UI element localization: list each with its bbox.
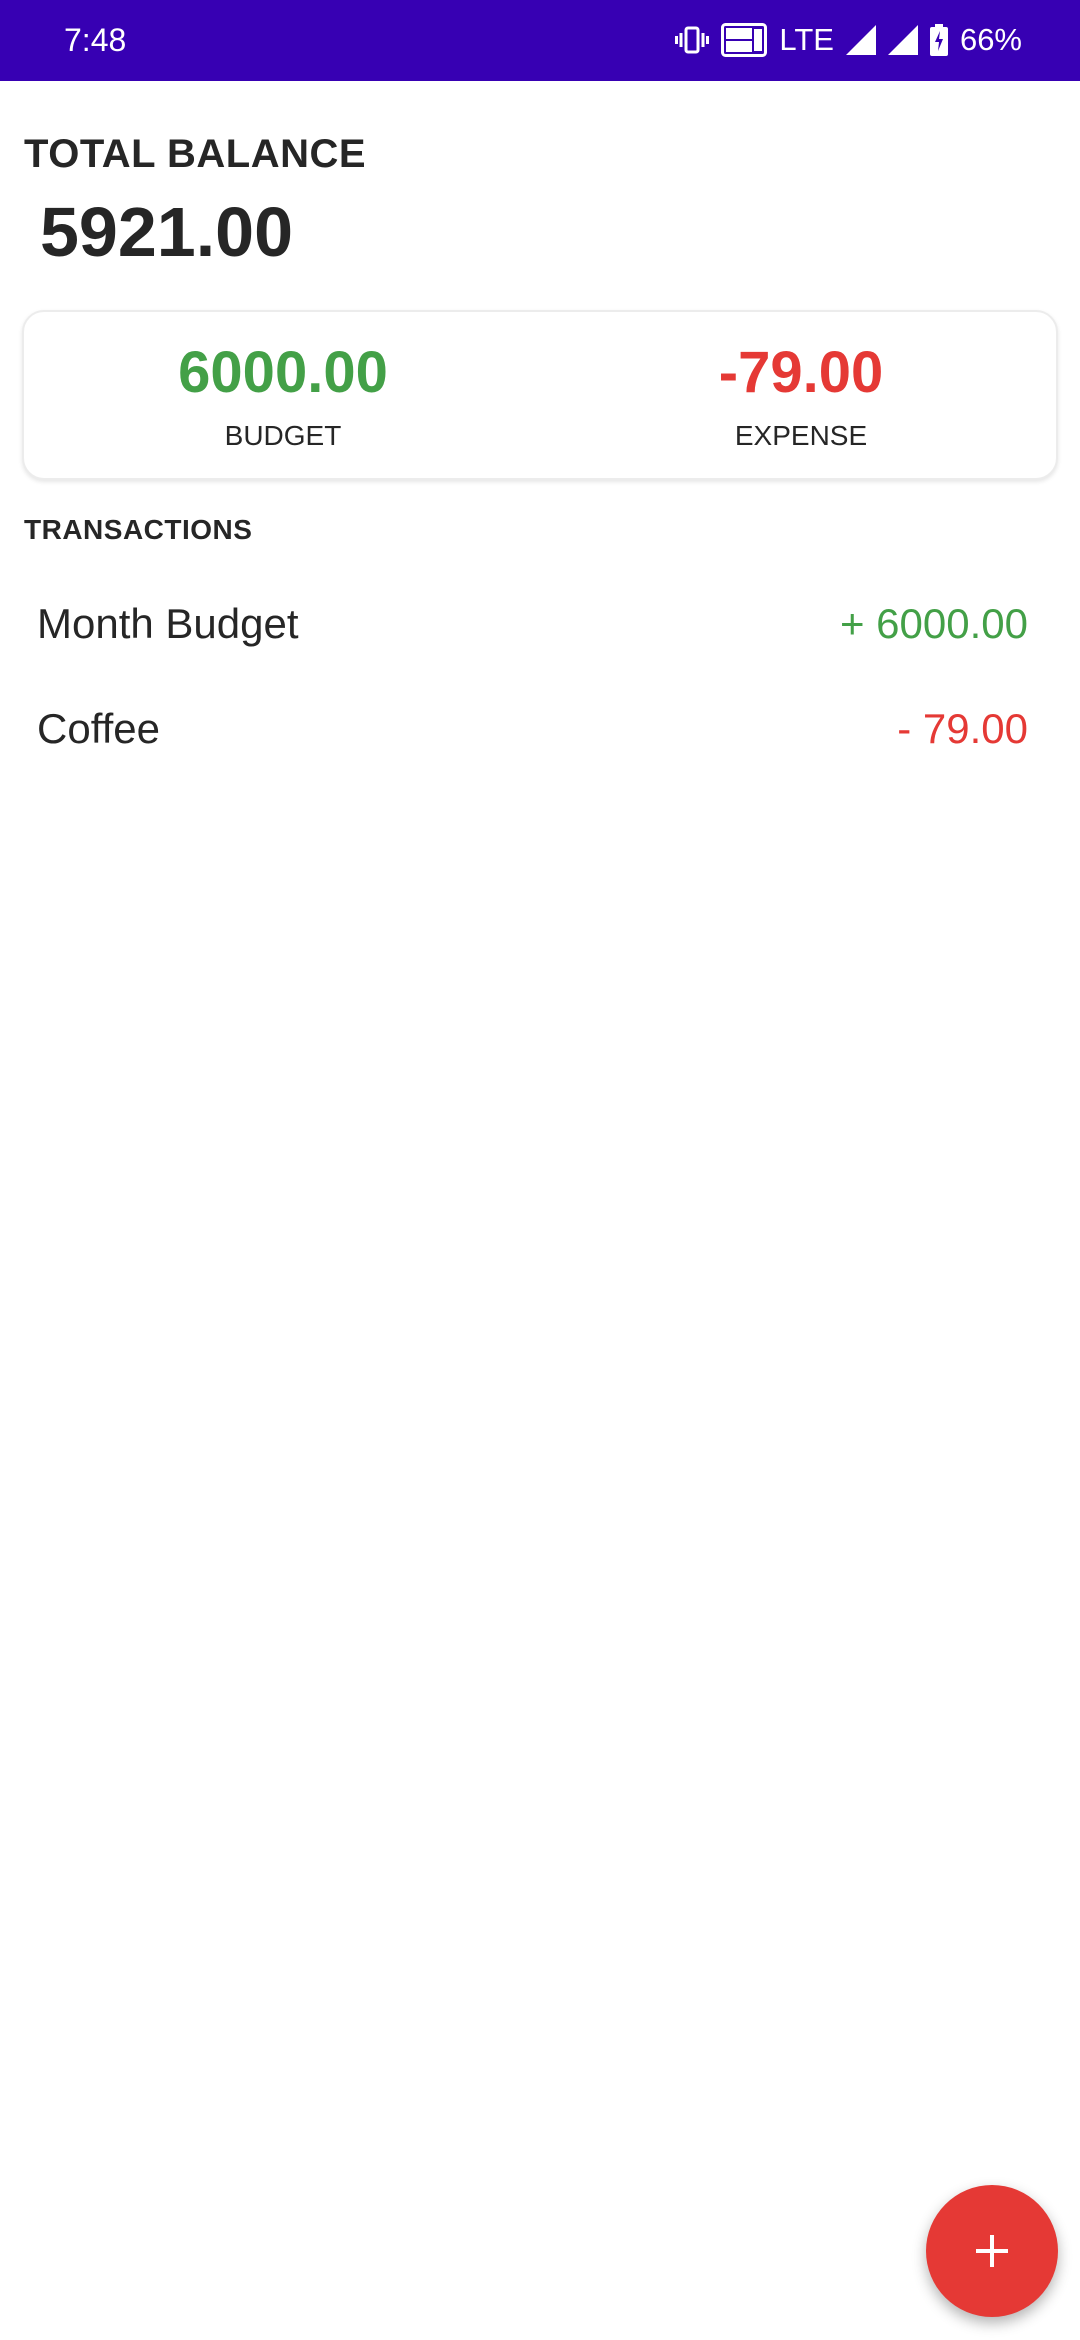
- transaction-name: Month Budget: [37, 600, 299, 647]
- status-bar: 7:48 LTE 66%: [0, 0, 1080, 81]
- battery-charging-icon: [929, 24, 948, 56]
- volte-icon: [721, 23, 768, 57]
- budget-amount: 6000.00: [178, 340, 388, 405]
- expense-summary: -79.00 EXPENSE: [542, 312, 1060, 478]
- transaction-list: Month Budget + 6000.00 Coffee - 79.00: [0, 572, 1080, 782]
- network-type: LTE: [779, 22, 834, 57]
- status-icons: LTE 66%: [675, 18, 1022, 62]
- battery-level: 66%: [959, 22, 1022, 57]
- add-transaction-button[interactable]: [926, 2185, 1058, 2317]
- transactions-heading: TRANSACTIONS: [24, 514, 253, 545]
- total-balance-value: 5921.00: [40, 193, 294, 271]
- transaction-row[interactable]: Month Budget + 6000.00: [0, 572, 1080, 677]
- budget-summary: 6000.00 BUDGET: [24, 312, 542, 478]
- expense-label: EXPENSE: [734, 420, 868, 451]
- transaction-name: Coffee: [37, 705, 160, 752]
- transaction-amount: - 79.00: [897, 705, 1028, 752]
- signal-icon: [845, 25, 876, 55]
- status-time: 7:48: [64, 22, 127, 58]
- transaction-row[interactable]: Coffee - 79.00: [0, 677, 1080, 782]
- vibrate-icon: [675, 26, 710, 54]
- budget-label: BUDGET: [224, 420, 342, 451]
- plus-icon: [976, 2235, 1008, 2267]
- transaction-amount: + 6000.00: [839, 600, 1028, 647]
- signal-icon: [887, 25, 918, 55]
- expense-amount: -79.00: [718, 340, 884, 405]
- total-balance-label: TOTAL BALANCE: [24, 132, 367, 176]
- summary-card: 6000.00 BUDGET -79.00 EXPENSE: [22, 310, 1058, 480]
